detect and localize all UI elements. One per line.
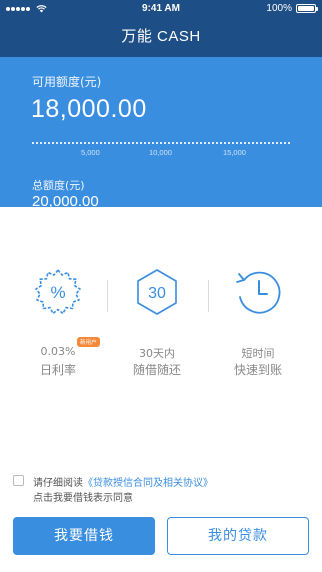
hexagon-30-icon: 30	[137, 269, 177, 315]
available-credit-label: 可用额度(元)	[32, 75, 102, 89]
battery-group: 100%	[266, 3, 318, 14]
repayment-term-label: 随借随还	[132, 363, 181, 377]
agreement-link[interactable]: 《贷款授信合同及相关协议》	[83, 478, 213, 489]
daily-rate-value: 0.03%	[40, 345, 76, 358]
clock-history-icon	[236, 271, 281, 314]
scale-tick-label: 5,000	[81, 148, 100, 157]
battery-percent: 100%	[266, 3, 292, 14]
percent-badge-icon: %	[35, 269, 81, 315]
status-bar: 9:41 AM 100%	[0, 0, 322, 17]
scale-tick-label: 10,000	[149, 148, 172, 157]
total-credit-label: 总额度(元)	[32, 179, 85, 192]
repayment-term-value: 30天内	[139, 347, 175, 360]
agreement-line: 请仔细阅读《贷款授信合同及相关协议》	[33, 474, 213, 489]
my-loans-button[interactable]: 我的贷款	[167, 517, 309, 555]
daily-rate-label: 日利率	[39, 363, 76, 377]
svg-text:%: %	[50, 283, 65, 302]
feature-repayment: 30	[107, 266, 207, 318]
page-title: 万能 CASH	[121, 28, 201, 45]
credit-panel: 可用额度(元) 18,000.00 5,000 10,000 15,000 总额…	[0, 57, 322, 210]
agreement-checkbox[interactable]	[13, 475, 24, 486]
agreement-prefix: 请仔细阅读	[33, 478, 83, 489]
available-credit-value: 18,000.00	[31, 95, 147, 123]
credit-scale	[32, 142, 290, 144]
payout-speed-value: 短时间	[241, 347, 275, 360]
scale-tick-label: 15,000	[223, 148, 246, 157]
top-bar: 9:41 AM 100% 万能 CASH	[0, 0, 322, 57]
total-credit-value: 20,000.00	[32, 193, 99, 210]
hexagon-icon-text: 30	[148, 285, 166, 302]
battery-icon	[296, 4, 318, 13]
feature-daily-rate: %	[8, 266, 108, 318]
agreement-note: 点击我要借钱表示同意	[33, 493, 133, 504]
borrow-button[interactable]: 我要借钱	[13, 517, 155, 555]
payout-speed-label: 快速到账	[233, 363, 282, 377]
feature-fast-payout	[208, 266, 308, 318]
